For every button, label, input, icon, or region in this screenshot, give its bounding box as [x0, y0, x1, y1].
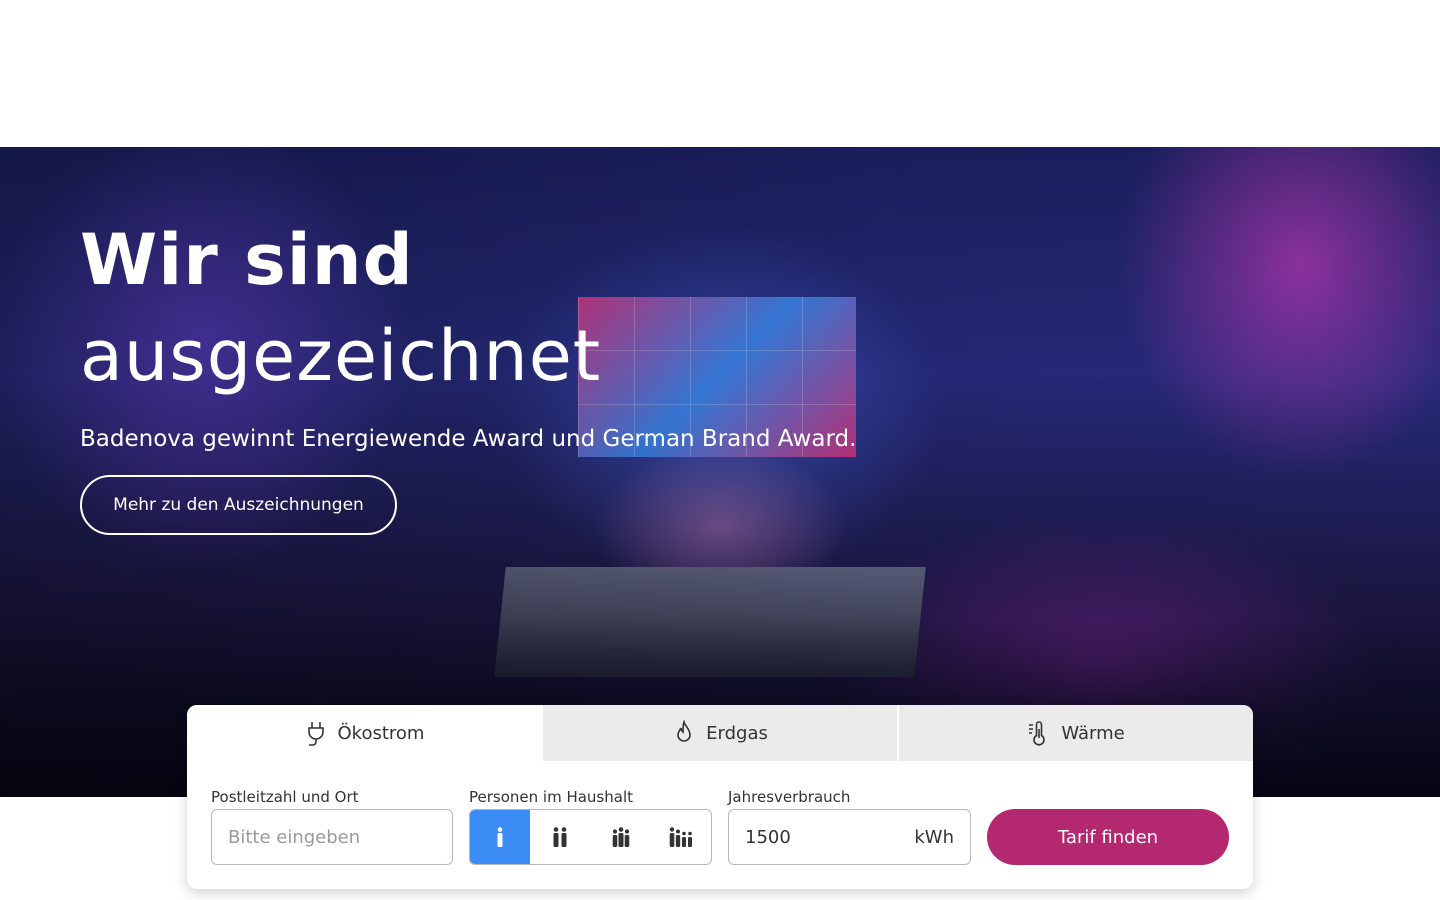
plz-input[interactable]: [211, 809, 453, 865]
top-header-bar: [0, 0, 1440, 147]
persons-1-button[interactable]: [470, 810, 531, 864]
person-1-icon: [497, 827, 503, 847]
tab-oekostrom[interactable]: Ökostrom: [187, 705, 541, 761]
consumption-field: kWh: [728, 809, 971, 865]
consumption-unit: kWh: [914, 826, 954, 848]
consumption-input[interactable]: [729, 810, 899, 864]
energy-type-tabs: Ökostrom Erdgas Wärme: [187, 705, 1253, 761]
persons-selector: [469, 809, 712, 865]
person-4-icon: [669, 827, 692, 847]
thermometer-icon: [1029, 721, 1046, 746]
find-tariff-button[interactable]: Tarif finden: [987, 809, 1229, 865]
persons-label: Personen im Haushalt: [469, 788, 633, 806]
plug-icon: [307, 722, 324, 746]
tab-erdgas[interactable]: Erdgas: [541, 705, 897, 761]
hero-title-light: ausgezeichnet: [80, 315, 602, 397]
tab-oekostrom-label: Ökostrom: [337, 722, 425, 744]
tariff-calculator: Ökostrom Erdgas Wärme Postleitzahl und O…: [187, 705, 1253, 889]
persons-4-button[interactable]: [651, 810, 711, 864]
hero-subtitle: Badenova gewinnt Energiewende Award und …: [80, 426, 857, 452]
person-3-icon: [612, 827, 629, 847]
awards-more-button[interactable]: Mehr zu den Auszeichnungen: [80, 475, 397, 535]
persons-2-button[interactable]: [530, 810, 590, 864]
tab-waerme-label: Wärme: [1061, 722, 1125, 744]
person-2-icon: [553, 827, 567, 847]
persons-3-button[interactable]: [591, 810, 651, 864]
tab-waerme[interactable]: Wärme: [897, 705, 1253, 761]
tab-erdgas-label: Erdgas: [706, 722, 768, 744]
plz-label: Postleitzahl und Ort: [211, 788, 359, 806]
hero-title-bold: Wir sind: [80, 219, 414, 301]
flame-icon: [677, 720, 691, 742]
consumption-label: Jahresverbrauch: [728, 788, 851, 806]
